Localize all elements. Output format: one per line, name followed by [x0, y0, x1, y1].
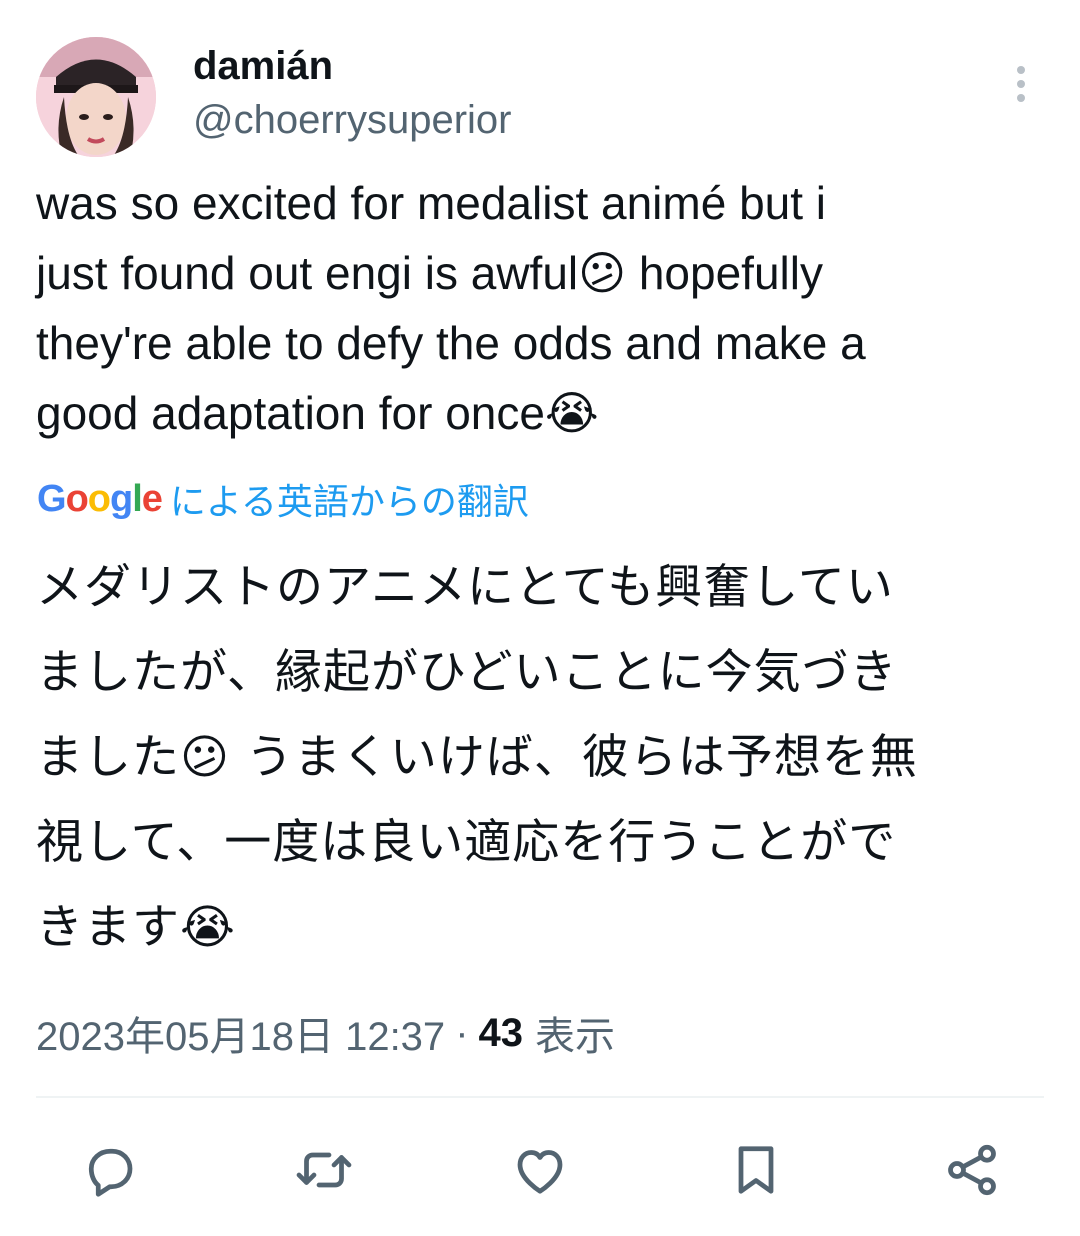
google-logo: Google — [37, 477, 163, 520]
translation-attribution[interactable]: Google による英語からの翻訳 — [37, 474, 529, 524]
retweet-icon — [296, 1152, 352, 1188]
reply-icon — [88, 1148, 133, 1197]
display-name[interactable]: damián — [193, 40, 333, 92]
retweet-button[interactable] — [292, 1138, 356, 1202]
divider — [36, 1096, 1044, 1098]
heart-icon — [517, 1150, 563, 1194]
timestamp[interactable]: 2023年05月18日 12:37 — [36, 1004, 445, 1062]
translation-label: による英語からの翻訳 — [169, 482, 529, 523]
tweet-meta: 2023年05月18日 12:37 · 43 表示 — [36, 1005, 615, 1061]
reply-button[interactable] — [78, 1138, 142, 1202]
views-count: 43 — [478, 1010, 524, 1055]
share-icon — [948, 1144, 996, 1196]
bookmark-icon — [738, 1146, 774, 1194]
tweet-text: was so excited for medalist animé but i … — [36, 177, 866, 439]
meta-separator: · — [455, 1010, 469, 1055]
avatar[interactable] — [36, 37, 156, 157]
share-button[interactable] — [940, 1138, 1004, 1202]
translated-text: メダリストのアニメにとても興奮してい ましたが、縁起がひどいことに今気づき まし… — [36, 560, 918, 955]
views-label: 表示 — [535, 1014, 616, 1060]
user-handle[interactable]: @choerrysuperior — [193, 94, 512, 146]
more-options-icon[interactable] — [1000, 58, 1042, 110]
bookmark-button[interactable] — [724, 1138, 788, 1202]
like-button[interactable] — [508, 1138, 572, 1202]
